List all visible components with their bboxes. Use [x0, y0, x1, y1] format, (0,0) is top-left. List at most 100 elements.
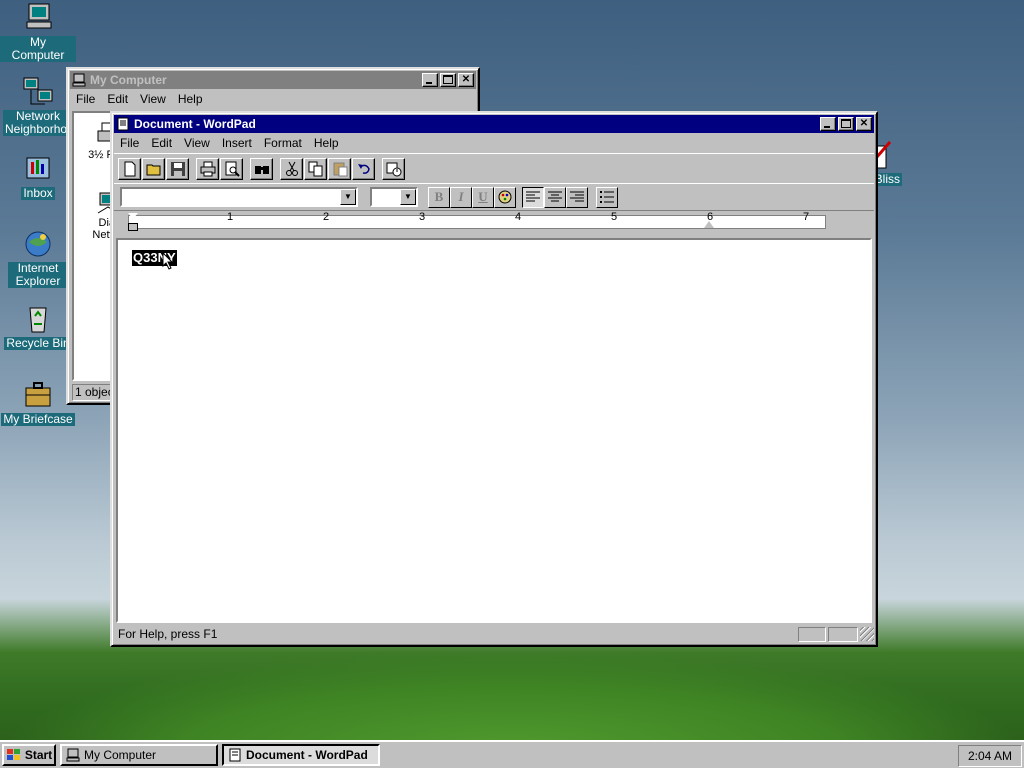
computer-icon — [66, 748, 80, 762]
open-button[interactable] — [142, 157, 165, 180]
maximize-icon — [443, 75, 453, 84]
desktop-hill-background — [0, 650, 1024, 750]
find-button[interactable] — [250, 157, 273, 180]
menu-insert[interactable]: Insert — [216, 136, 258, 150]
desktop-icon-label: Inbox — [21, 186, 55, 200]
maximize-button[interactable] — [440, 73, 456, 87]
bullets-icon — [600, 191, 614, 203]
document-editor[interactable]: Q33NY — [116, 238, 872, 623]
inbox-icon — [21, 152, 55, 184]
menu-bar: File Edit View Help — [70, 89, 476, 109]
menu-edit[interactable]: Edit — [145, 136, 178, 150]
close-icon: ✕ — [859, 118, 869, 129]
underline-button[interactable]: U — [472, 186, 494, 208]
menu-view[interactable]: View — [134, 92, 172, 106]
left-margin-marker[interactable] — [128, 223, 138, 231]
start-button[interactable]: Start — [2, 744, 56, 766]
window-title: My Computer — [90, 73, 167, 87]
window-title: Document - WordPad — [134, 117, 256, 131]
menu-view[interactable]: View — [178, 136, 216, 150]
undo-button[interactable] — [352, 157, 375, 180]
align-center-button[interactable] — [544, 186, 566, 208]
open-icon — [146, 164, 160, 175]
menu-format[interactable]: Format — [258, 136, 308, 150]
taskbar-button-wordpad[interactable]: Document - WordPad — [222, 744, 380, 766]
copy-button[interactable] — [304, 157, 327, 180]
minimize-button[interactable] — [820, 117, 836, 131]
minimize-icon — [824, 126, 830, 128]
bold-button[interactable]: B — [428, 186, 450, 208]
wordpad-window[interactable]: Document - WordPad ✕ File Edit View Inse… — [110, 111, 878, 647]
taskbar: Start My Computer Document - WordPad 2:0… — [0, 740, 1024, 768]
cut-button[interactable] — [280, 157, 303, 180]
desktop-icon-network-neighborhood[interactable]: Network Neighborhood — [0, 76, 81, 136]
my-computer-titlebar[interactable]: My Computer ✕ — [70, 71, 476, 89]
menu-help[interactable]: Help — [172, 92, 209, 106]
print-preview-button[interactable] — [220, 157, 243, 180]
minimize-button[interactable] — [422, 73, 438, 87]
maximize-button[interactable] — [838, 117, 854, 131]
system-tray-clock[interactable]: 2:04 AM — [958, 745, 1022, 767]
desktop-icon-my-computer[interactable]: My Computer — [0, 2, 76, 62]
standard-toolbar — [114, 153, 874, 183]
resize-grip-icon[interactable] — [860, 627, 874, 641]
menu-help[interactable]: Help — [308, 136, 345, 150]
align-right-button[interactable] — [566, 186, 588, 208]
desktop-icon-internet-explorer[interactable]: Internet Explorer — [0, 228, 76, 288]
menu-file[interactable]: File — [70, 92, 101, 106]
desktop-icon-my-briefcase[interactable]: My Briefcase — [0, 378, 76, 426]
cut-icon — [285, 161, 298, 176]
color-button[interactable] — [494, 186, 516, 208]
chevron-down-icon[interactable]: ▼ — [340, 189, 356, 205]
left-indent-marker[interactable] — [128, 213, 138, 219]
wordpad-titlebar[interactable]: Document - WordPad ✕ — [114, 115, 874, 133]
ruler-number: 2 — [323, 211, 330, 223]
taskbar-button-label: Document - WordPad — [246, 748, 368, 762]
bullets-button[interactable] — [596, 186, 618, 208]
desktop-icon-recycle-bin[interactable]: Recycle Bin — [0, 302, 76, 350]
color-palette-icon — [498, 190, 512, 204]
ruler-number: 4 — [515, 211, 522, 223]
status-cell — [828, 626, 858, 642]
print-icon — [200, 161, 215, 176]
windows-logo-icon — [6, 749, 20, 760]
align-left-icon — [526, 191, 540, 202]
desktop-icon-label: Network Neighborhood — [3, 109, 81, 136]
ruler-number: 3 — [419, 211, 426, 223]
menu-file[interactable]: File — [114, 136, 145, 150]
align-left-button[interactable] — [522, 186, 544, 208]
ruler[interactable]: 1 2 3 4 5 6 7 — [114, 211, 874, 231]
undo-icon — [357, 163, 370, 174]
font-name-select[interactable]: ▼ — [120, 187, 358, 207]
network-icon — [21, 76, 55, 108]
paste-icon — [333, 162, 347, 176]
clock-text: 2:04 AM — [967, 749, 1013, 763]
save-button[interactable] — [166, 157, 189, 180]
taskbar-button-label: My Computer — [84, 748, 157, 762]
briefcase-icon — [21, 378, 55, 410]
wordpad-statusbar: For Help, press F1 — [114, 625, 874, 643]
desktop-icon-label: Internet Explorer — [8, 262, 68, 288]
new-button[interactable] — [118, 157, 141, 180]
desktop-icon-label: Recycle Bin — [4, 336, 72, 350]
close-button[interactable]: ✕ — [458, 73, 474, 87]
close-button[interactable]: ✕ — [856, 117, 872, 131]
chevron-down-icon[interactable]: ▼ — [400, 189, 416, 205]
close-icon: ✕ — [461, 74, 471, 85]
ruler-number: 7 — [803, 211, 810, 223]
print-button[interactable] — [196, 157, 219, 180]
ruler-number: 6 — [707, 211, 714, 223]
computer-icon — [72, 73, 86, 87]
menu-edit[interactable]: Edit — [101, 92, 134, 106]
paste-button[interactable] — [328, 157, 351, 180]
ruler-number: 5 — [611, 211, 618, 223]
insert-datetime-icon — [386, 162, 401, 176]
italic-button[interactable]: I — [450, 186, 472, 208]
recycle-bin-icon — [21, 302, 55, 334]
desktop-icon-inbox[interactable]: Inbox — [0, 152, 76, 200]
taskbar-button-my-computer[interactable]: My Computer — [60, 744, 218, 766]
computer-icon — [21, 2, 55, 34]
align-right-icon — [570, 191, 584, 202]
font-size-select[interactable]: ▼ — [370, 187, 418, 207]
insert-datetime-button[interactable] — [382, 157, 405, 180]
